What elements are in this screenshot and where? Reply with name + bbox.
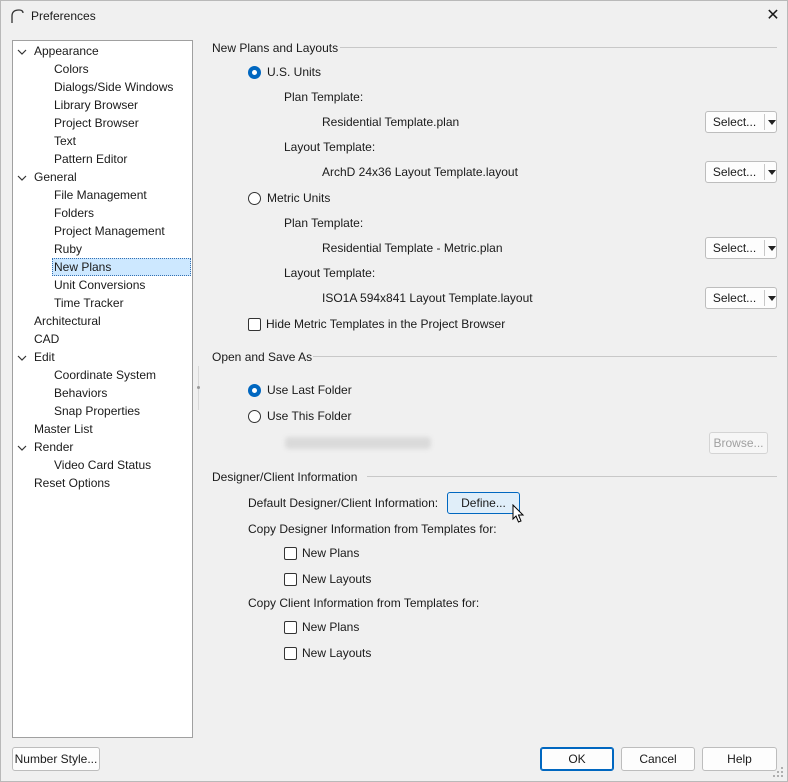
- us-plan-template-select-button[interactable]: Select...: [705, 111, 777, 133]
- designer-new-layouts-label[interactable]: New Layouts: [302, 572, 371, 586]
- use-this-folder-label[interactable]: Use This Folder: [267, 409, 351, 423]
- select-button-label[interactable]: Select...: [706, 238, 763, 258]
- metric-units-radio[interactable]: [248, 192, 261, 205]
- tree-item-architectural[interactable]: Architectural: [34, 313, 101, 329]
- number-style-button[interactable]: Number Style...: [12, 747, 100, 771]
- tree-item-master-list[interactable]: Master List: [34, 421, 93, 437]
- mouse-pointer-icon: [512, 504, 525, 523]
- tree-item-general[interactable]: General: [34, 169, 77, 185]
- folder-path-redacted: [285, 437, 431, 449]
- hide-metric-templates-label[interactable]: Hide Metric Templates in the Project Bro…: [266, 317, 505, 331]
- tree-item-library-browser[interactable]: Library Browser: [54, 97, 138, 113]
- us-layout-template-value: ArchD 24x36 Layout Template.layout: [322, 165, 518, 179]
- us-plan-template-label: Plan Template:: [284, 90, 364, 104]
- copy-designer-label: Copy Designer Information from Templates…: [248, 522, 497, 536]
- tree-item-pattern-editor[interactable]: Pattern Editor: [54, 151, 127, 167]
- open-save-group-divider: [313, 356, 777, 357]
- new-plans-group-divider: [340, 47, 777, 48]
- tree-item-file-management[interactable]: File Management: [54, 187, 147, 203]
- designer-new-plans-label[interactable]: New Plans: [302, 546, 359, 560]
- us-units-radio[interactable]: [248, 66, 261, 79]
- designer-new-plans-checkbox[interactable]: [284, 547, 297, 560]
- tree-item-reset-options[interactable]: Reset Options: [34, 475, 110, 491]
- chevron-down-icon[interactable]: [768, 120, 776, 125]
- designer-new-layouts-checkbox[interactable]: [284, 573, 297, 586]
- browse-button[interactable]: Browse...: [709, 432, 768, 454]
- tree-toggle-edit-icon[interactable]: [17, 350, 29, 366]
- tree-item-render[interactable]: Render: [34, 439, 73, 455]
- tree-item-coordinate-system[interactable]: Coordinate System: [54, 367, 156, 383]
- open-save-group-title: Open and Save As: [212, 350, 313, 364]
- new-plans-group-title: New Plans and Layouts: [212, 41, 339, 55]
- use-last-folder-label[interactable]: Use Last Folder: [267, 383, 352, 397]
- us-layout-template-select-button[interactable]: Select...: [705, 161, 777, 183]
- category-tree[interactable]: Appearance Colors Dialogs/Side Windows L…: [12, 40, 193, 738]
- metric-plan-template-select-button[interactable]: Select...: [705, 237, 777, 259]
- metric-units-label[interactable]: Metric Units: [267, 191, 330, 205]
- client-new-layouts-label[interactable]: New Layouts: [302, 646, 371, 660]
- cancel-button[interactable]: Cancel: [621, 747, 695, 771]
- tree-item-behaviors[interactable]: Behaviors: [54, 385, 107, 401]
- select-button-label[interactable]: Select...: [706, 288, 763, 308]
- tree-item-appearance[interactable]: Appearance: [34, 43, 99, 59]
- client-new-layouts-checkbox[interactable]: [284, 647, 297, 660]
- close-icon[interactable]: ✕: [763, 7, 783, 25]
- use-last-folder-radio[interactable]: [248, 384, 261, 397]
- designer-group-title: Designer/Client Information: [212, 470, 358, 484]
- us-plan-template-value: Residential Template.plan: [322, 115, 460, 129]
- chevron-down-icon[interactable]: [768, 246, 776, 251]
- tree-item-colors[interactable]: Colors: [54, 61, 89, 77]
- ok-button[interactable]: OK: [540, 747, 614, 771]
- client-new-plans-label[interactable]: New Plans: [302, 620, 359, 634]
- select-button-label[interactable]: Select...: [706, 162, 763, 182]
- split-separator: [764, 164, 765, 180]
- client-new-plans-checkbox[interactable]: [284, 621, 297, 634]
- tree-item-folders[interactable]: Folders: [54, 205, 94, 221]
- tree-item-project-browser[interactable]: Project Browser: [54, 115, 139, 131]
- chevron-down-icon[interactable]: [768, 296, 776, 301]
- split-separator: [764, 240, 765, 256]
- tree-item-unit-conversions[interactable]: Unit Conversions: [54, 277, 145, 293]
- default-designer-label: Default Designer/Client Information:: [248, 496, 439, 510]
- copy-client-label: Copy Client Information from Templates f…: [248, 596, 480, 610]
- splitter-grip-icon[interactable]: [197, 386, 200, 389]
- tree-item-dialogs-side-windows[interactable]: Dialogs/Side Windows: [54, 79, 173, 95]
- tree-item-cad[interactable]: CAD: [34, 331, 59, 347]
- metric-plan-template-label: Plan Template:: [284, 216, 364, 230]
- metric-plan-template-value: Residential Template - Metric.plan: [322, 241, 503, 255]
- tree-item-snap-properties[interactable]: Snap Properties: [54, 403, 140, 419]
- tree-toggle-general-icon[interactable]: [17, 170, 29, 186]
- metric-layout-template-label: Layout Template:: [284, 266, 376, 280]
- help-button[interactable]: Help: [702, 747, 777, 771]
- tree-item-project-management[interactable]: Project Management: [54, 223, 165, 239]
- tree-toggle-render-icon[interactable]: [17, 440, 29, 456]
- us-units-label[interactable]: U.S. Units: [267, 65, 321, 79]
- chevron-down-icon[interactable]: [768, 170, 776, 175]
- use-this-folder-radio[interactable]: [248, 410, 261, 423]
- tree-item-edit[interactable]: Edit: [34, 349, 55, 365]
- app-logo-icon: [11, 9, 24, 23]
- split-separator: [764, 114, 765, 130]
- title-bar: Preferences ✕: [1, 1, 787, 31]
- window-title: Preferences: [31, 9, 96, 23]
- us-layout-template-label: Layout Template:: [284, 140, 376, 154]
- hide-metric-templates-checkbox[interactable]: [248, 318, 261, 331]
- tree-item-video-card-status[interactable]: Video Card Status: [54, 457, 151, 473]
- tree-toggle-appearance-icon[interactable]: [17, 44, 29, 60]
- tree-item-new-plans[interactable]: New Plans: [52, 258, 191, 276]
- tree-item-text[interactable]: Text: [54, 133, 76, 149]
- metric-layout-template-select-button[interactable]: Select...: [705, 287, 777, 309]
- split-separator: [764, 290, 765, 306]
- select-button-label[interactable]: Select...: [706, 112, 763, 132]
- tree-item-time-tracker[interactable]: Time Tracker: [54, 295, 124, 311]
- metric-layout-template-value: ISO1A 594x841 Layout Template.layout: [322, 291, 533, 305]
- tree-item-ruby[interactable]: Ruby: [54, 241, 82, 257]
- designer-group-divider: [367, 476, 777, 477]
- resize-grip-icon[interactable]: [772, 766, 784, 778]
